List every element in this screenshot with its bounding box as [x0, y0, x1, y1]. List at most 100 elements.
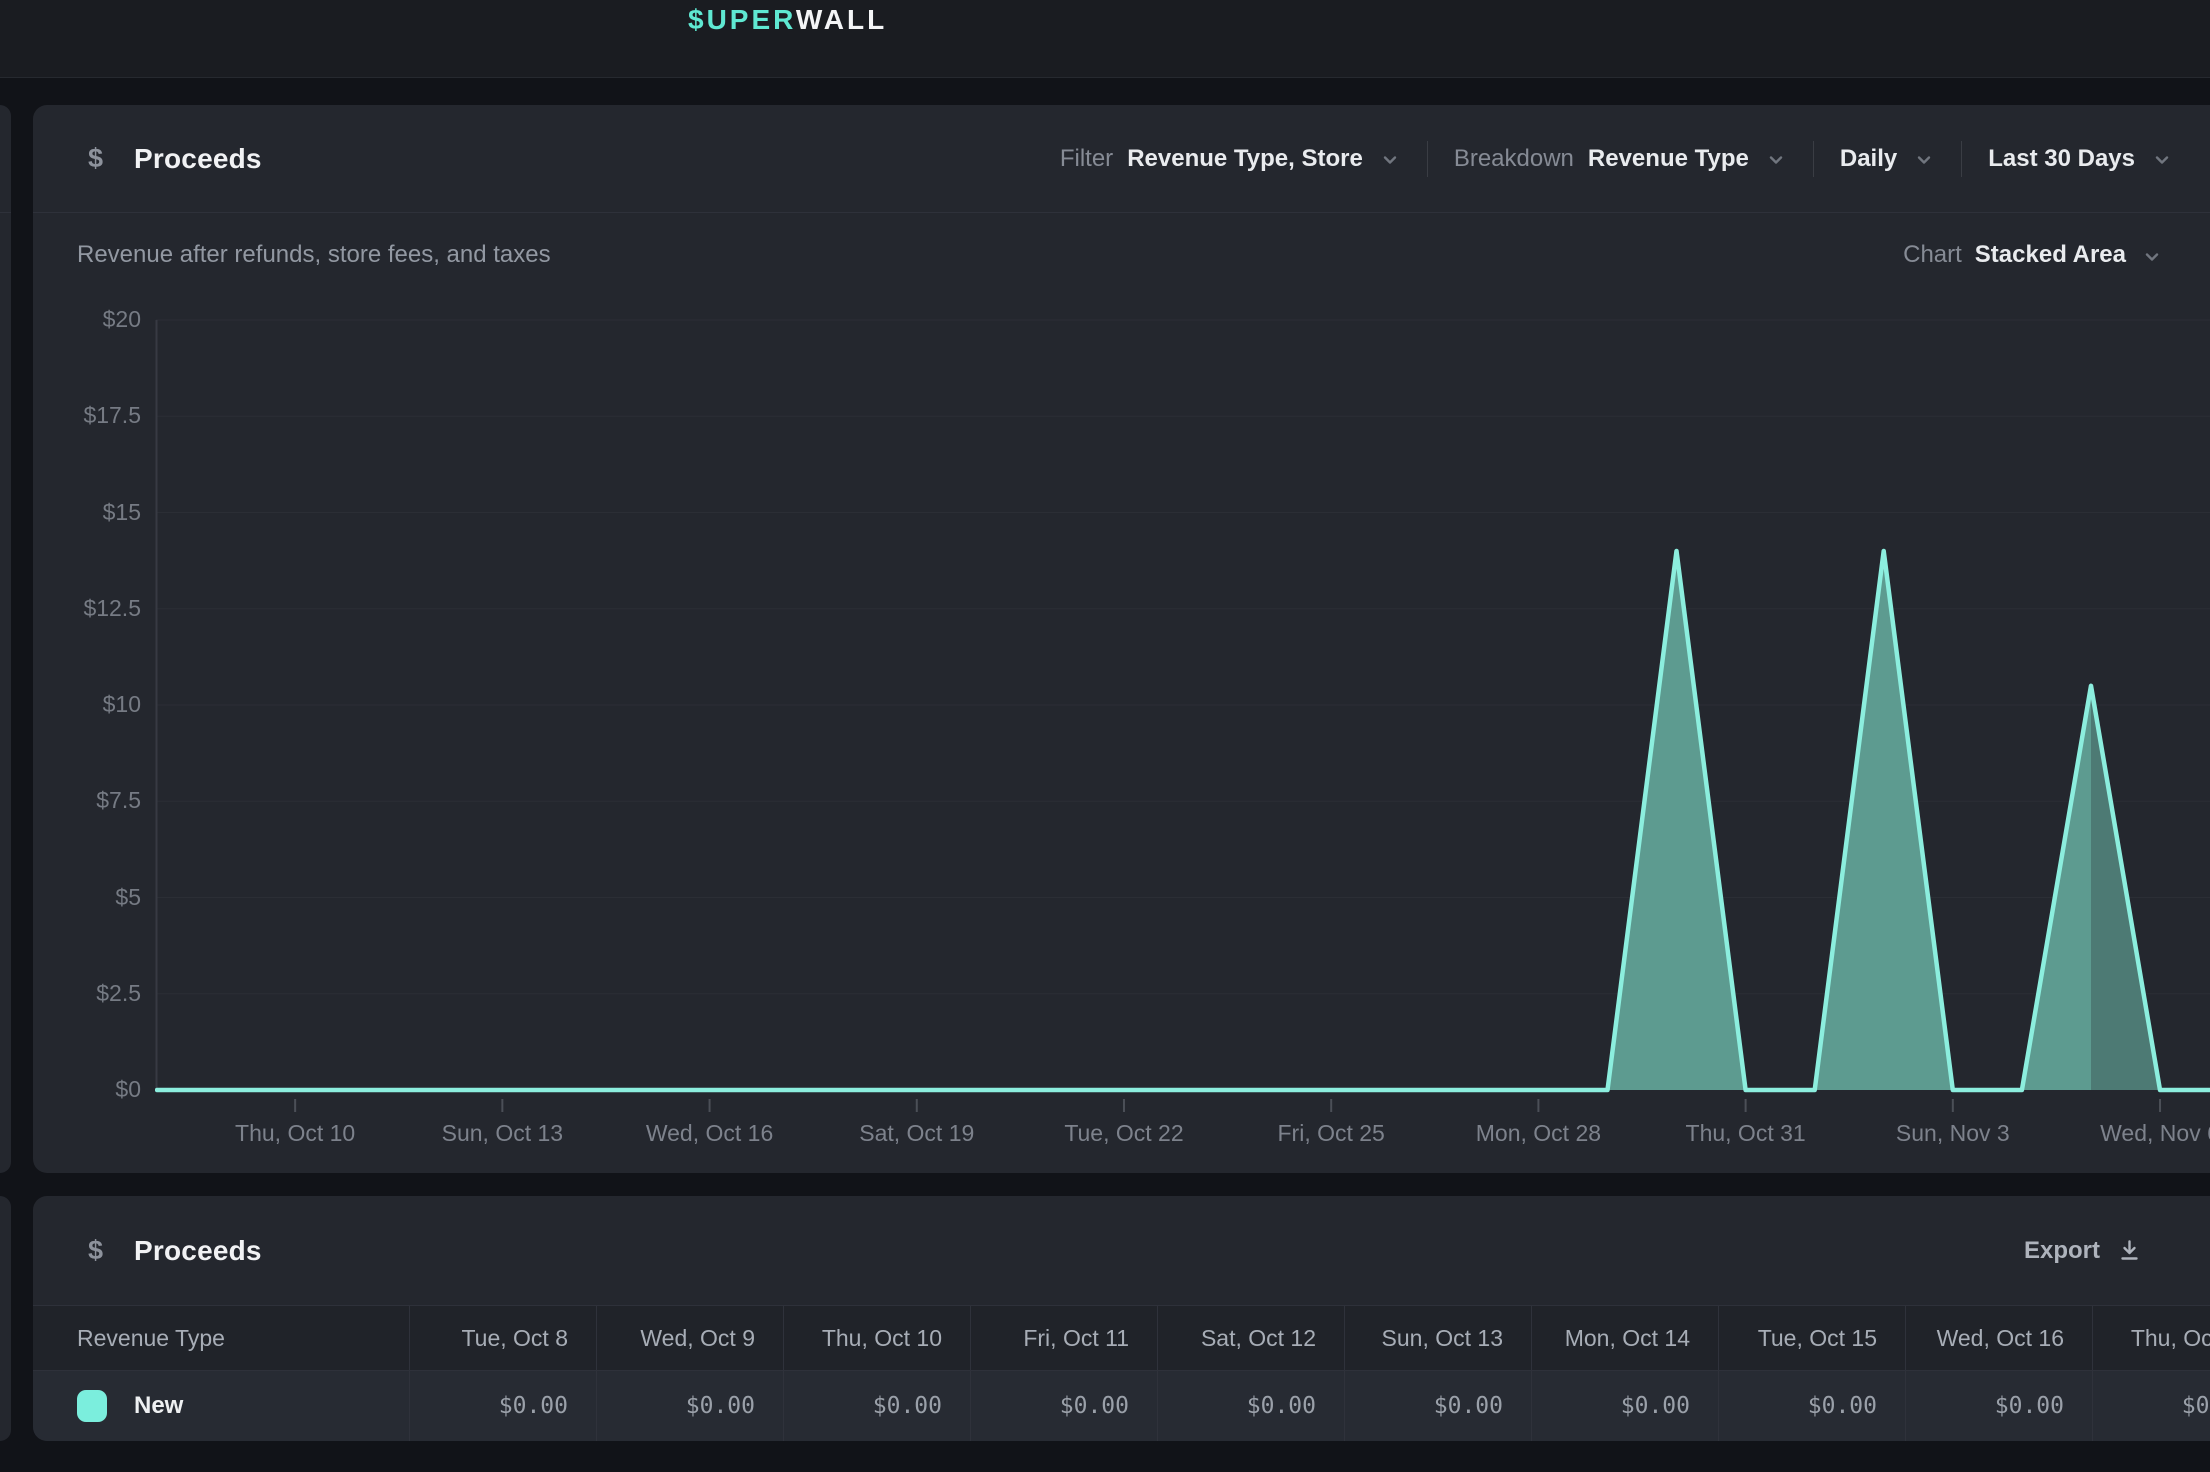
chevron-down-icon — [1765, 149, 1787, 171]
chart-controls: Filter Revenue Type, Store Breakdown Rev… — [1060, 105, 2173, 212]
filter-dropdown[interactable]: Filter Revenue Type, Store — [1060, 145, 1401, 173]
table-panel-header: $ Proceeds Export — [33, 1196, 2210, 1305]
dollar-icon: $ — [88, 1235, 103, 1266]
divider — [1427, 141, 1428, 177]
chart-type-value: Stacked Area — [1975, 241, 2126, 269]
export-label: Export — [2024, 1237, 2100, 1265]
chevron-down-icon — [1379, 149, 1401, 171]
currency-value: $0.00 — [686, 1393, 755, 1419]
value-cell: $0.00 — [1905, 1371, 2092, 1441]
download-icon — [2116, 1237, 2143, 1264]
top-bar: $UPERWALL — [0, 0, 2210, 78]
y-tick-label: $0 — [51, 1076, 141, 1103]
breakdown-dropdown[interactable]: Breakdown Revenue Type — [1454, 145, 1787, 173]
column-header-date: Wed, Oct 16 — [1905, 1306, 2092, 1370]
dollar-icon: $ — [88, 143, 103, 174]
value-cell: $0.00 — [970, 1371, 1157, 1441]
value-cell: $0.00 — [1531, 1371, 1718, 1441]
column-header-date: Thu, Oct 10 — [783, 1306, 970, 1370]
granularity-value: Daily — [1840, 145, 1897, 173]
table-header-row: Revenue TypeTue, Oct 8Wed, Oct 9Thu, Oct… — [33, 1305, 2210, 1371]
stacked-area-plot[interactable] — [155, 310, 2210, 1122]
table-body: New $0.00 $0.00 $0.00 $0.00 $0.00 $0.00 $0.00 $0… — [33, 1371, 2210, 1441]
logo-accent-text: $UPER — [688, 4, 796, 35]
column-header-date: Sun, Oct 13 — [1344, 1306, 1531, 1370]
column-header-date: Tue, Oct 8 — [409, 1306, 596, 1370]
currency-value: $0.00 — [1808, 1393, 1877, 1419]
chart-type-dropdown[interactable]: Chart Stacked Area — [1903, 241, 2163, 269]
chart-type-label: Chart — [1903, 241, 1962, 269]
column-header-revenue-type: Revenue Type — [33, 1306, 409, 1370]
export-button[interactable]: Export — [2024, 1196, 2143, 1305]
row-label: New — [134, 1392, 183, 1420]
value-cell: $0.00 — [1344, 1371, 1531, 1441]
y-tick-label: $7.5 — [51, 787, 141, 814]
breakdown-label: Breakdown — [1454, 145, 1574, 173]
y-tick-label: $12.5 — [51, 595, 141, 622]
date-range-dropdown[interactable]: Last 30 Days — [1988, 145, 2173, 173]
chart-subtitle: Revenue after refunds, store fees, and t… — [77, 241, 551, 269]
currency-value: $0.00 — [1434, 1393, 1503, 1419]
value-cell: $0.00 — [1718, 1371, 1905, 1441]
value-cell: $0.00 — [2092, 1371, 2210, 1441]
breakdown-value: Revenue Type — [1588, 145, 1749, 173]
proceeds-chart-panel: $ Proceeds Filter Revenue Type, Store Br… — [33, 105, 2210, 1173]
granularity-dropdown[interactable]: Daily — [1840, 145, 1935, 173]
adjacent-panel-edge-bottom — [0, 1196, 11, 1441]
divider — [1961, 141, 1962, 177]
value-cell: $0.00 — [409, 1371, 596, 1441]
x-tick-label: Thu, Oct 10 — [200, 1120, 390, 1147]
currency-value: $0.00 — [873, 1393, 942, 1419]
series-color-swatch — [77, 1390, 107, 1422]
proceeds-table-panel: $ Proceeds Export Revenue TypeTue, Oct 8… — [33, 1196, 2210, 1441]
currency-value: $0.00 — [1060, 1393, 1129, 1419]
adjacent-panel-edge — [0, 105, 11, 1173]
y-tick-label: $10 — [51, 691, 141, 718]
x-tick-label: Sun, Oct 13 — [407, 1120, 597, 1147]
chevron-down-icon — [2151, 149, 2173, 171]
chart-subtitle-row: Revenue after refunds, store fees, and t… — [77, 233, 2163, 277]
filter-label: Filter — [1060, 145, 1113, 173]
x-tick-label: Fri, Oct 25 — [1236, 1120, 1426, 1147]
column-header-date: Tue, Oct 15 — [1718, 1306, 1905, 1370]
revenue-table: Revenue TypeTue, Oct 8Wed, Oct 9Thu, Oct… — [33, 1305, 2210, 1441]
x-tick-label: Wed, Oct 16 — [615, 1120, 805, 1147]
x-tick-label: Wed, Nov 6 — [2065, 1120, 2210, 1147]
currency-value: $0.00 — [2182, 1393, 2210, 1419]
value-cell: $0.00 — [1157, 1371, 1344, 1441]
currency-value: $0.00 — [1995, 1393, 2064, 1419]
currency-value: $0.00 — [1247, 1393, 1316, 1419]
date-range-value: Last 30 Days — [1988, 145, 2135, 173]
value-cell: $0.00 — [783, 1371, 970, 1441]
y-tick-label: $5 — [51, 884, 141, 911]
chevron-down-icon — [1913, 149, 1935, 171]
x-tick-label: Sat, Oct 19 — [822, 1120, 1012, 1147]
column-header-date: Wed, Oct 9 — [596, 1306, 783, 1370]
column-header-date: Fri, Oct 11 — [970, 1306, 1157, 1370]
y-tick-label: $20 — [51, 306, 141, 333]
table-row: New $0.00 $0.00 $0.00 $0.00 $0.00 $0.00 $0.00 $0… — [33, 1371, 2210, 1441]
currency-value: $0.00 — [1621, 1393, 1690, 1419]
filter-value: Revenue Type, Store — [1127, 145, 1363, 173]
chevron-down-icon — [2141, 246, 2163, 268]
x-tick-label: Mon, Oct 28 — [1443, 1120, 1633, 1147]
x-tick-label: Tue, Oct 22 — [1029, 1120, 1219, 1147]
y-tick-label: $15 — [51, 499, 141, 526]
value-cell: $0.00 — [596, 1371, 783, 1441]
superwall-logo[interactable]: $UPERWALL — [688, 0, 887, 40]
chart-panel-title: Proceeds — [134, 143, 262, 175]
chart-panel-header: $ Proceeds Filter Revenue Type, Store Br… — [33, 105, 2210, 213]
table-panel-title: Proceeds — [134, 1235, 262, 1267]
column-header-date: Thu, Oct 17 — [2092, 1306, 2210, 1370]
column-header-date: Sat, Oct 12 — [1157, 1306, 1344, 1370]
logo-rest-text: WALL — [796, 4, 887, 35]
divider — [0, 212, 11, 213]
y-tick-label: $2.5 — [51, 980, 141, 1007]
area-fill — [157, 551, 2210, 1090]
row-header-cell: New — [33, 1371, 409, 1441]
x-tick-label: Thu, Oct 31 — [1651, 1120, 1841, 1147]
y-tick-label: $17.5 — [51, 402, 141, 429]
currency-value: $0.00 — [499, 1393, 568, 1419]
x-tick-label: Sun, Nov 3 — [1858, 1120, 2048, 1147]
column-header-date: Mon, Oct 14 — [1531, 1306, 1718, 1370]
